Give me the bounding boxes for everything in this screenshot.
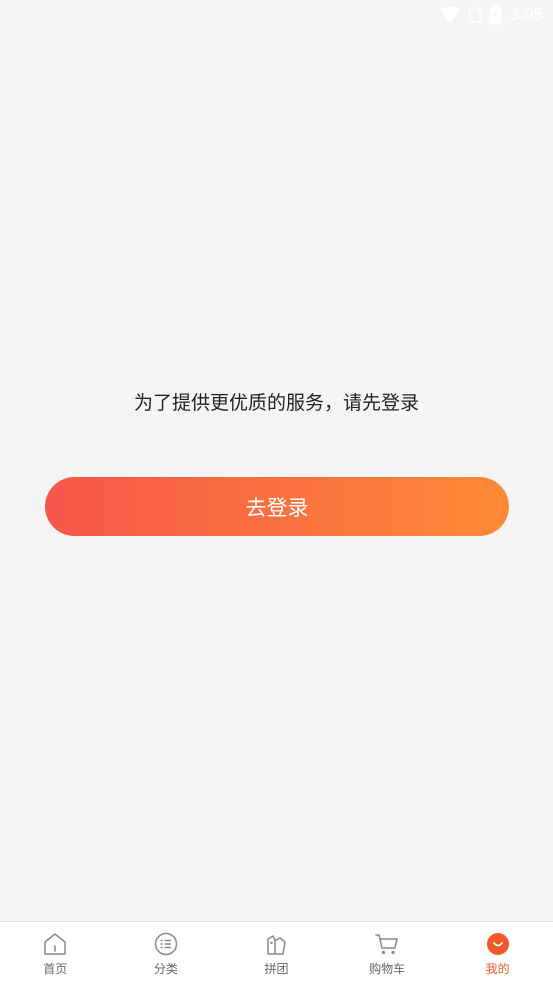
screen: 3:05 为了提供更优质的服务，请先登录 去登录 首页 分类 拼团 购物车 我的 bbox=[0, 0, 553, 983]
tab-category[interactable]: 分类 bbox=[111, 922, 222, 983]
tab-home-label: 首页 bbox=[43, 962, 68, 976]
go-login-button[interactable]: 去登录 bbox=[45, 477, 509, 536]
tab-cart[interactable]: 购物车 bbox=[332, 922, 443, 983]
tab-cart-label: 购物车 bbox=[369, 962, 406, 976]
wifi-icon bbox=[439, 6, 460, 23]
tab-group-buy-label: 拼团 bbox=[264, 962, 289, 976]
no-sim-icon bbox=[469, 7, 481, 23]
cart-icon bbox=[375, 934, 398, 955]
tab-profile-label: 我的 bbox=[485, 962, 510, 976]
bottom-tab-bar: 首页 分类 拼团 购物车 我的 bbox=[0, 921, 553, 983]
profile-icon bbox=[486, 933, 509, 955]
login-prompt: 为了提供更优质的服务，请先登录 bbox=[133, 392, 419, 414]
tab-profile[interactable]: 我的 bbox=[442, 922, 553, 983]
battery-icon bbox=[489, 5, 502, 25]
category-icon bbox=[154, 932, 178, 956]
group-buy-icon bbox=[267, 935, 287, 955]
status-time: 3:05 bbox=[509, 5, 543, 24]
tab-category-label: 分类 bbox=[153, 962, 178, 976]
home-icon bbox=[44, 933, 67, 955]
status-bar: 3:05 bbox=[0, 0, 553, 30]
tab-home[interactable]: 首页 bbox=[0, 922, 111, 983]
tab-group-buy[interactable]: 拼团 bbox=[221, 922, 332, 983]
